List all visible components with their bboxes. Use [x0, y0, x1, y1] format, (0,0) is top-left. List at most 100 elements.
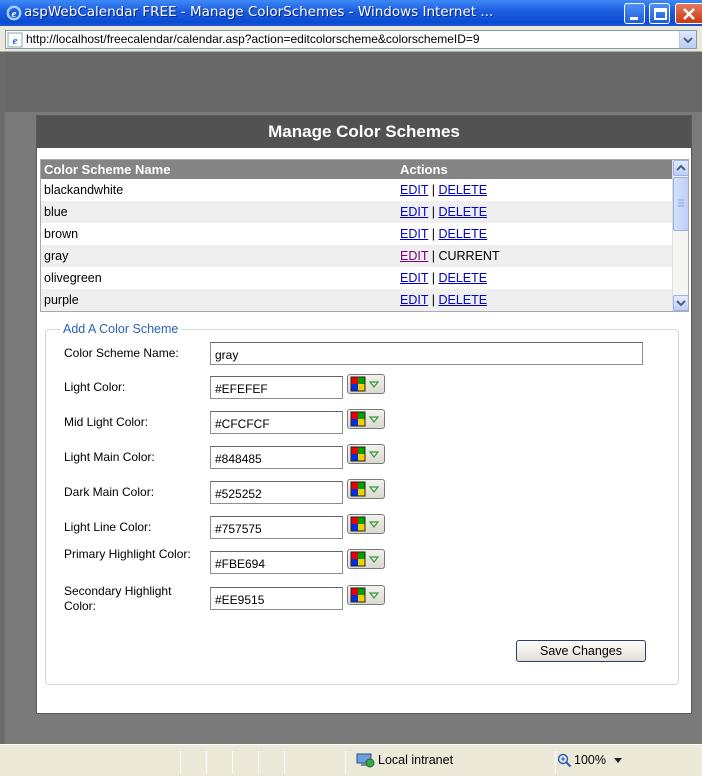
- color-picker-icon: [350, 587, 380, 603]
- edit-link[interactable]: EDIT: [400, 227, 428, 241]
- light-main-color-input[interactable]: #848485: [210, 446, 343, 469]
- secondary-highlight-color-picker-button[interactable]: [347, 585, 385, 605]
- dark-main-color-input[interactable]: #525252: [210, 481, 343, 504]
- current-label: CURRENT: [438, 249, 500, 263]
- color-picker-icon: [350, 446, 380, 462]
- edit-link[interactable]: EDIT: [400, 249, 428, 263]
- zoom-icon[interactable]: [557, 753, 572, 768]
- window-title: aspWebCalendar FREE - Manage ColorScheme…: [24, 4, 494, 20]
- security-zone-text: Local intranet: [378, 753, 454, 767]
- color-picker-icon: [350, 411, 380, 427]
- light-main-color-picker-button[interactable]: [347, 444, 385, 464]
- ie-logo-icon: e: [6, 5, 22, 21]
- light-line-color-label: Light Line Color:: [64, 520, 152, 534]
- light-color-picker-button[interactable]: [347, 374, 385, 394]
- status-divider: [232, 751, 233, 773]
- scroll-down-button[interactable]: [673, 295, 688, 311]
- action-separator: |: [431, 227, 435, 241]
- color-picker-icon: [350, 481, 380, 497]
- secondary-highlight-color-label: Secondary Highlight Color:: [64, 584, 172, 613]
- light-line-color-input[interactable]: #757575: [210, 516, 343, 539]
- fieldset-legend: Add A Color Scheme: [60, 322, 182, 336]
- primary-highlight-color-picker-button[interactable]: [347, 549, 385, 569]
- scheme-name: blackandwhite: [44, 183, 124, 197]
- edit-link[interactable]: EDIT: [400, 271, 428, 285]
- dialog-title: Manage Color Schemes: [37, 116, 691, 148]
- page-area: Manage Color Schemes Color Scheme Name A…: [5, 52, 702, 744]
- scroll-thumb[interactable]: [673, 177, 688, 231]
- page-icon: e: [7, 32, 23, 48]
- scheme-name-label: Color Scheme Name:: [64, 346, 179, 360]
- local-intranet-icon: [356, 753, 375, 768]
- scroll-up-button[interactable]: [673, 160, 688, 176]
- chevron-up-icon: [676, 164, 686, 171]
- delete-link[interactable]: DELETE: [438, 227, 487, 241]
- save-changes-button[interactable]: Save Changes: [516, 640, 646, 662]
- status-divider: [284, 751, 285, 773]
- mid-light-color-picker-button[interactable]: [347, 409, 385, 429]
- action-separator: |: [431, 271, 435, 285]
- color-scheme-list: Color Scheme Name Actions blackandwhite …: [40, 159, 689, 312]
- color-picker-icon: [350, 376, 380, 392]
- table-row: purple EDIT | DELETE: [41, 289, 673, 311]
- action-separator: |: [431, 183, 435, 197]
- scheme-name: purple: [44, 293, 79, 307]
- scheme-name: blue: [44, 205, 68, 219]
- list-header: Color Scheme Name Actions: [41, 160, 673, 179]
- secondary-highlight-color-input[interactable]: #EE9515: [210, 587, 343, 610]
- primary-highlight-color-label: Primary Highlight Color:: [64, 547, 191, 561]
- status-divider: [206, 751, 207, 773]
- table-row: brown EDIT | DELETE: [41, 223, 673, 245]
- maximize-button[interactable]: [649, 3, 670, 24]
- close-icon: [683, 8, 695, 20]
- svg-text:e: e: [12, 8, 17, 20]
- table-row: blackandwhite EDIT | DELETE: [41, 179, 673, 201]
- scheme-name: brown: [44, 227, 79, 241]
- status-divider: [258, 751, 259, 773]
- url-dropdown-button[interactable]: [679, 31, 696, 48]
- action-separator: |: [431, 293, 435, 307]
- delete-link[interactable]: DELETE: [438, 293, 487, 307]
- grip-icon: [678, 199, 684, 207]
- status-bar: Local intranet 100%: [0, 744, 702, 776]
- primary-highlight-color-input[interactable]: #FBE694: [210, 551, 343, 574]
- delete-link[interactable]: DELETE: [438, 183, 487, 197]
- dark-main-color-label: Dark Main Color:: [64, 485, 155, 499]
- column-header-actions: Actions: [400, 162, 448, 177]
- delete-link[interactable]: DELETE: [438, 205, 487, 219]
- scheme-name: olivegreen: [44, 271, 102, 285]
- column-header-name: Color Scheme Name: [44, 162, 171, 177]
- chevron-down-icon: [683, 37, 693, 44]
- dark-main-color-picker-button[interactable]: [347, 479, 385, 499]
- mid-light-color-label: Mid Light Color:: [64, 415, 149, 429]
- status-divider: [180, 751, 181, 773]
- delete-link[interactable]: DELETE: [438, 271, 487, 285]
- color-picker-icon: [350, 516, 380, 532]
- zoom-level[interactable]: 100%: [574, 753, 606, 767]
- mid-light-color-input[interactable]: #CFCFCF: [210, 411, 343, 434]
- action-separator: |: [431, 249, 435, 263]
- minimize-icon: [630, 17, 638, 20]
- light-color-label: Light Color:: [64, 380, 126, 394]
- status-divider: [345, 751, 346, 773]
- table-row: blue EDIT | DELETE: [41, 201, 673, 223]
- chevron-down-icon[interactable]: [614, 758, 622, 764]
- minimize-button[interactable]: [624, 3, 645, 24]
- window-title-bar[interactable]: e aspWebCalendar FREE - Manage ColorSche…: [0, 0, 702, 26]
- svg-text:e: e: [13, 35, 18, 47]
- scheme-name-input[interactable]: gray: [210, 342, 643, 365]
- light-line-color-picker-button[interactable]: [347, 514, 385, 534]
- edit-link[interactable]: EDIT: [400, 183, 428, 197]
- url-text: http://localhost/freecalendar/calendar.a…: [26, 32, 480, 46]
- chevron-down-icon: [676, 300, 686, 307]
- edit-link[interactable]: EDIT: [400, 293, 428, 307]
- list-scrollbar[interactable]: [672, 160, 688, 311]
- close-button[interactable]: [675, 3, 702, 24]
- table-row: gray EDIT | CURRENT: [41, 245, 673, 267]
- light-color-input[interactable]: #EFEFEF: [210, 376, 343, 399]
- edit-link[interactable]: EDIT: [400, 205, 428, 219]
- light-main-color-label: Light Main Color:: [64, 450, 155, 464]
- scheme-name: gray: [44, 249, 69, 263]
- url-field[interactable]: e http://localhost/freecalendar/calendar…: [5, 30, 697, 49]
- color-picker-icon: [350, 551, 380, 567]
